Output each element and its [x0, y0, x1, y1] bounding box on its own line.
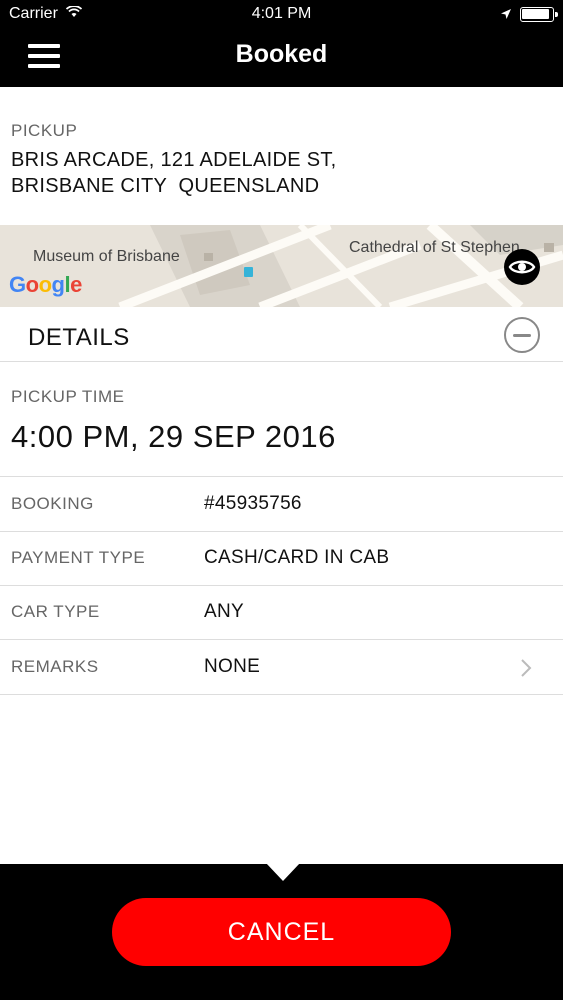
pickup-time-value: 4:00 PM, 29 SEP 2016 [11, 419, 336, 454]
google-logo: Google [9, 272, 82, 297]
pickup-time-label: PICKUP TIME [11, 387, 125, 406]
status-time: 4:01 PM [251, 5, 312, 22]
location-arrow-icon [501, 9, 511, 19]
chevron-right-icon[interactable] [520, 658, 532, 678]
map-label-museum: Museum of Brisbane [33, 248, 180, 265]
payment-type-value: CASH/CARD IN CAB [204, 547, 390, 568]
remarks-label: REMARKS [11, 657, 99, 676]
detail-row-remarks[interactable]: REMARKS NONE [0, 640, 563, 695]
booking-label: BOOKING [11, 494, 94, 513]
map-streets [0, 225, 563, 307]
detail-row-booking: BOOKING #45935756 [0, 477, 563, 532]
map-view[interactable]: Museum of Brisbane Cathedral of St Steph… [0, 225, 563, 307]
map-label-cathedral: Cathedral of St Stephen [349, 239, 520, 256]
details-header: DETAILS [0, 307, 563, 362]
cancel-button[interactable]: CANCEL [112, 898, 451, 966]
remarks-value: NONE [204, 656, 261, 677]
pickup-address-line-2: BRISBANE CITY QUEENSLAND [11, 175, 320, 197]
pickup-time-section: PICKUP TIME 4:00 PM, 29 SEP 2016 [0, 362, 563, 477]
bottom-notch [266, 863, 300, 881]
pickup-section: PICKUP BRIS ARCADE, 121 ADELAIDE ST, BRI… [0, 87, 563, 225]
nav-bar: Booked [0, 30, 563, 87]
detail-row-payment-type: PAYMENT TYPE CASH/CARD IN CAB [0, 531, 563, 586]
payment-type-label: PAYMENT TYPE [11, 548, 146, 567]
booking-value: #45935756 [204, 493, 302, 514]
bottom-action-bar: CANCEL [0, 863, 563, 1000]
status-bar: Carrier 4:01 PM [0, 0, 563, 30]
eye-icon[interactable] [504, 249, 540, 285]
page-title: Booked [235, 40, 328, 68]
battery-icon [520, 7, 558, 22]
car-type-value: ANY [204, 601, 244, 622]
collapse-minus-icon[interactable] [504, 317, 540, 353]
car-type-label: CAR TYPE [11, 602, 100, 621]
pickup-address-line-1: BRIS ARCADE, 121 ADELAIDE ST, [11, 149, 337, 171]
details-title: DETAILS [28, 324, 130, 351]
pickup-label: PICKUP [11, 121, 78, 140]
pickup-address: BRIS ARCADE, 121 ADELAIDE ST, BRISBANE C… [11, 147, 337, 199]
app-header: Carrier 4:01 PM Booked [0, 0, 563, 87]
detail-row-car-type: CAR TYPE ANY [0, 585, 563, 640]
